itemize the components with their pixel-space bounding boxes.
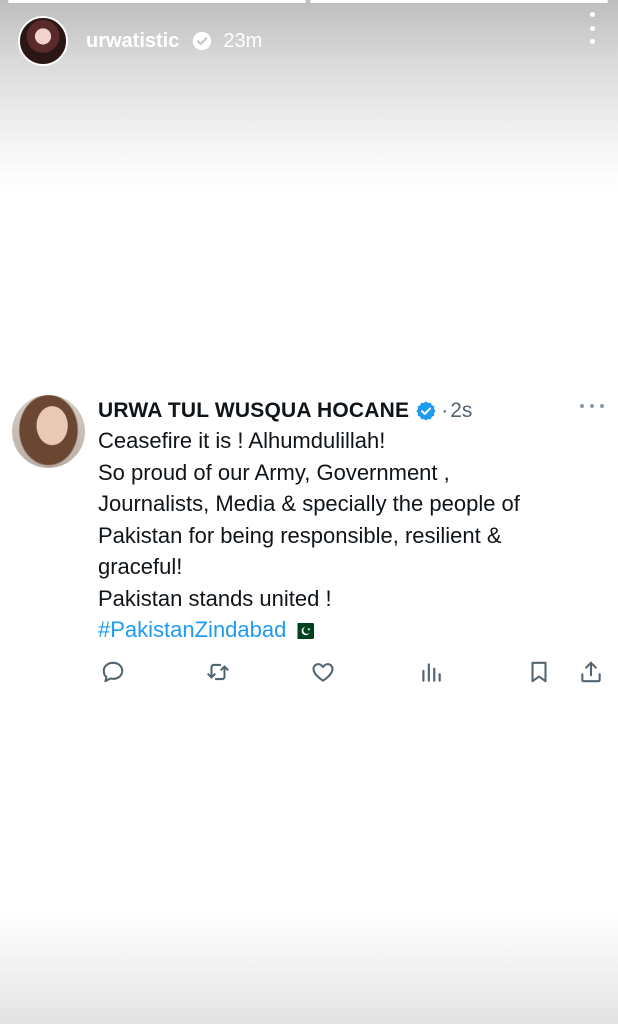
reply-icon[interactable]: [98, 657, 128, 687]
share-icon[interactable]: [576, 657, 606, 687]
tweet-text-line: Journalists, Media & specially the peopl…: [98, 491, 520, 516]
tweet-body: Ceasefire it is ! Alhumdulillah! So prou…: [98, 425, 598, 648]
bottom-gradient: [0, 914, 618, 1024]
pakistan-flag-icon: [292, 616, 315, 648]
tweet-hashtag-line: #PakistanZindabad: [98, 614, 598, 648]
verified-badge-icon: [191, 30, 213, 52]
story-header: urwatistic 23m: [18, 14, 608, 68]
tweet-text-line: Pakistan for being responsible, resilien…: [98, 522, 502, 548]
like-icon[interactable]: [308, 657, 338, 687]
tweet-text-line: So proud of our Army, Government ,: [98, 459, 450, 485]
views-icon[interactable]: [416, 657, 446, 687]
story-timestamp: 23m: [223, 29, 263, 52]
tweet-text-line: graceful!: [98, 554, 183, 579]
bookmark-icon[interactable]: [524, 657, 554, 687]
tweet-header: URWA TUL WUSQUA HOCANE · 2s: [98, 397, 472, 425]
story-progress-segment: [8, 0, 306, 3]
tweet-more-icon[interactable]: [580, 403, 604, 409]
story-progress-bar: [8, 0, 608, 3]
tweet-card: URWA TUL WUSQUA HOCANE · 2s Ceasefire it…: [12, 395, 608, 695]
story-username[interactable]: urwatistic: [86, 30, 179, 53]
verified-badge-icon: [415, 400, 437, 422]
tweet-author-name[interactable]: URWA TUL WUSQUA HOCANE: [98, 399, 409, 423]
tweet-text-line: Pakistan stands united !: [98, 585, 332, 611]
tweet-text-line: Ceasefire it is ! Alhumdulillah!: [98, 428, 386, 453]
tweet-actions-bar: [98, 657, 608, 687]
more-options-icon[interactable]: [588, 12, 596, 44]
story-avatar[interactable]: [18, 16, 68, 66]
story-progress-segment: [310, 0, 608, 3]
tweet-timestamp[interactable]: 2s: [450, 399, 472, 423]
separator-dot: ·: [441, 399, 449, 422]
retweet-icon[interactable]: [203, 657, 233, 687]
tweet-author-avatar[interactable]: [12, 395, 85, 468]
hashtag-link[interactable]: #PakistanZindabad: [98, 617, 286, 642]
